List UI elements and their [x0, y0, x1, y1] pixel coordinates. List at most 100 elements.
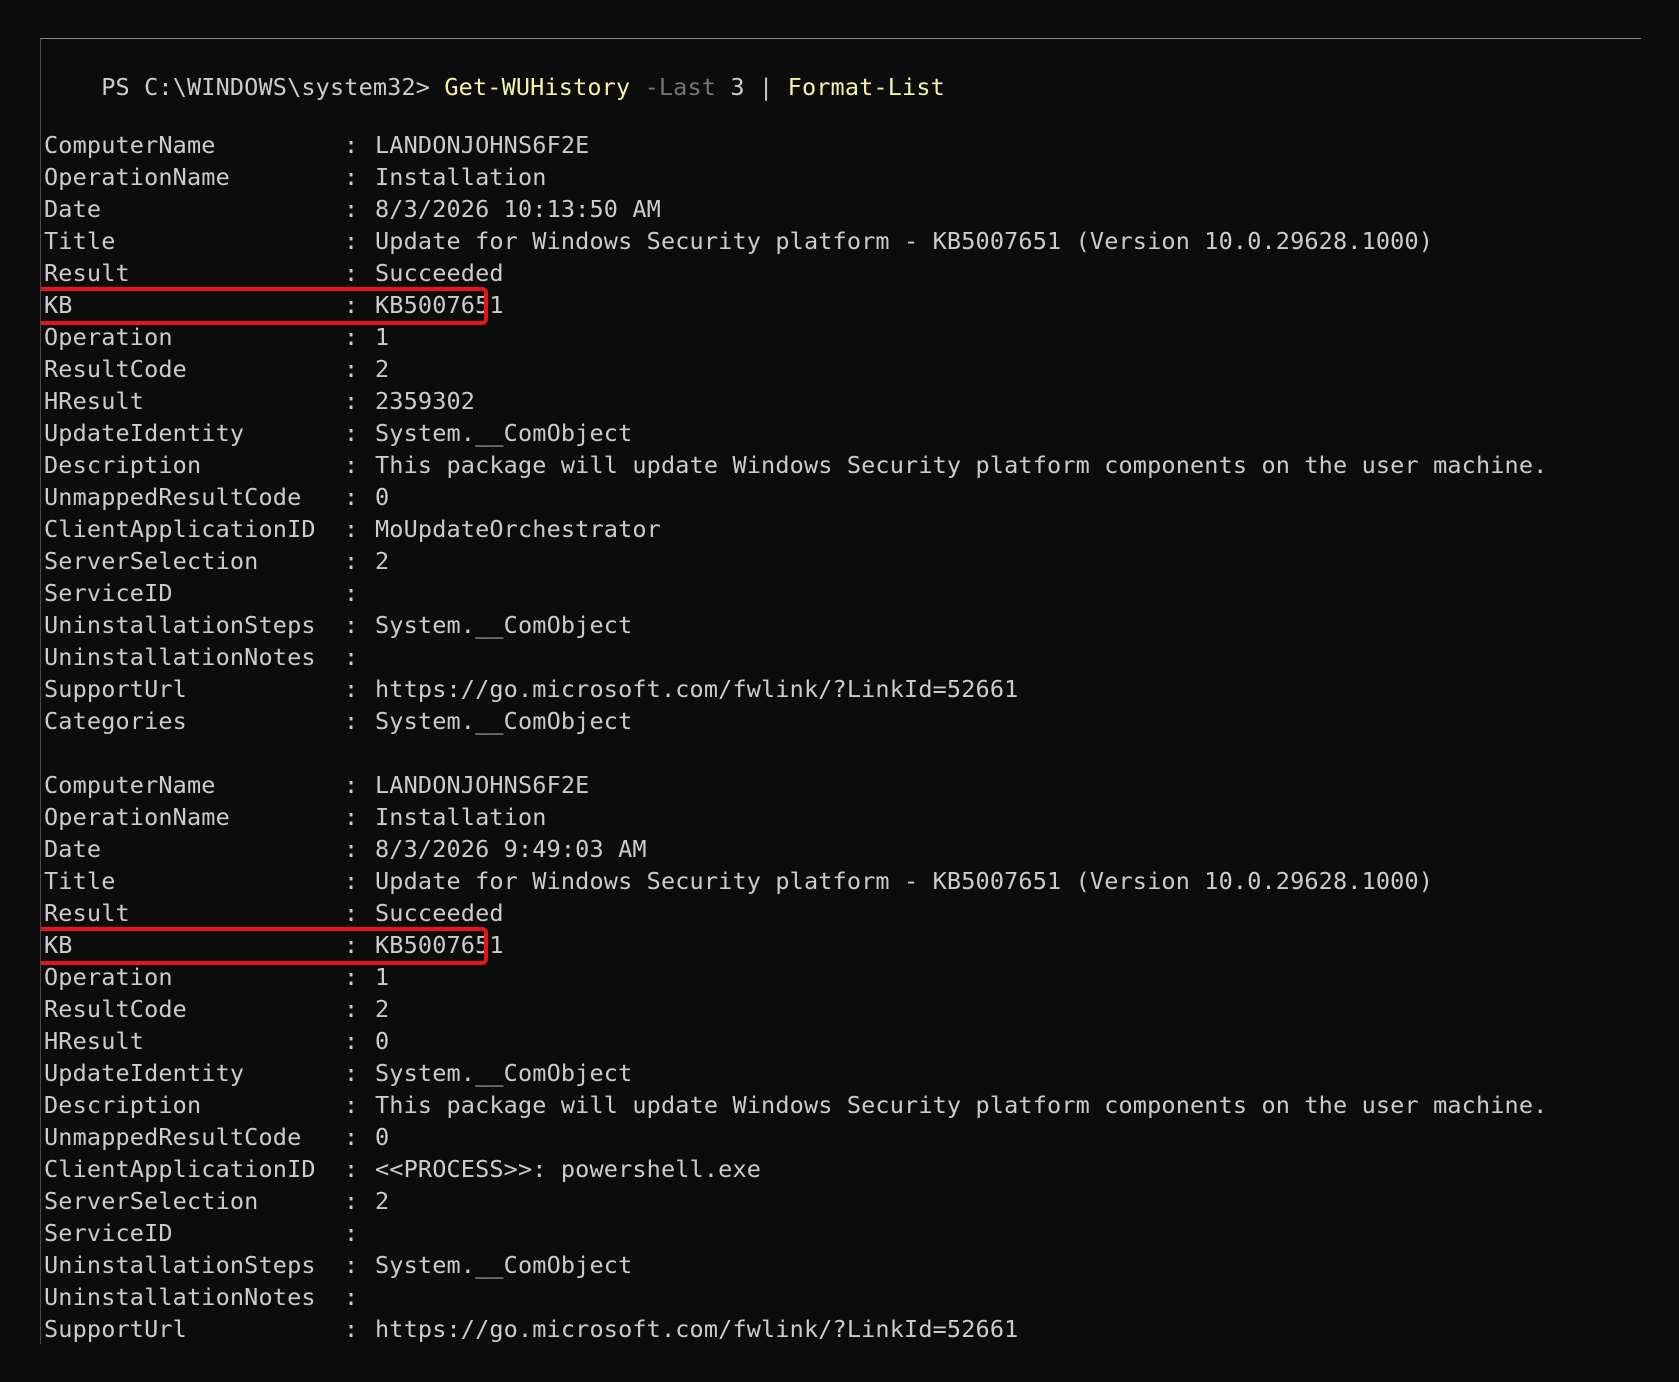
record-field-hresult: HResult:2359302 [44, 385, 475, 417]
record-field-kb: KB: KB5007651 [44, 289, 504, 321]
field-key: Operation [44, 323, 173, 351]
field-separator: : [344, 387, 359, 415]
field-separator: : [344, 515, 359, 543]
field-separator: : [344, 1219, 359, 1247]
field-key: ComputerName [44, 131, 216, 159]
field-separator: : [344, 1059, 359, 1087]
field-separator: : [344, 1155, 359, 1183]
record-field-supporturl: SupportUrl: https://go.microsoft.com/fwli… [44, 1313, 1018, 1344]
record-field-date: Date:8/3/2026 10:13:50 AM [44, 193, 661, 225]
record-field-hresult: HResult:0 [44, 1025, 389, 1057]
field-key: SupportUrl [44, 675, 187, 703]
field-key: ResultCode [44, 995, 187, 1023]
field-value: https://go.microsoft.com/fwlink/?LinkId=… [375, 1315, 1019, 1343]
field-value: Installation [375, 163, 547, 191]
field-key: UninstallationSteps [44, 611, 316, 639]
field-key: HResult [44, 1027, 145, 1055]
field-separator: : [344, 227, 359, 255]
field-value: KB5007651 [375, 931, 504, 959]
field-value: 0 [375, 483, 390, 511]
field-value: Succeeded [375, 259, 504, 287]
field-separator: : [344, 771, 359, 799]
field-separator: : [344, 419, 359, 447]
field-separator: : [344, 867, 359, 895]
field-value: This package will update Windows Securit… [375, 451, 1548, 479]
field-value: System.__ComObject [375, 707, 633, 735]
field-value: Succeeded [375, 899, 504, 927]
field-key: Description [44, 451, 202, 479]
field-key: UpdateIdentity [44, 1059, 245, 1087]
powershell-terminal[interactable]: PS C:\WINDOWS\system32> Get-WUHistory -L… [40, 38, 1641, 1344]
command-prompt-line: PS C:\WINDOWS\system32> Get-WUHistory -L… [44, 39, 945, 101]
field-value: 1 [375, 323, 390, 351]
field-separator: : [344, 259, 359, 287]
field-separator: : [344, 1187, 359, 1215]
record-field-supporturl: SupportUrl: https://go.microsoft.com/fwli… [44, 673, 1018, 705]
record-field-serverselection: ServerSelection:2 [44, 545, 389, 577]
field-key: Description [44, 1091, 202, 1119]
field-value: LANDONJOHNS6F2E [375, 771, 590, 799]
field-key: ClientApplicationID [44, 1155, 316, 1183]
field-key: Result [44, 259, 130, 287]
field-key: OperationName [44, 163, 230, 191]
field-value: https://go.microsoft.com/fwlink/?LinkId=… [375, 675, 1019, 703]
record-field-serverselection: ServerSelection:2 [44, 1185, 389, 1217]
field-separator: : [344, 131, 359, 159]
field-value: System.__ComObject [375, 1059, 633, 1087]
field-key: KB [44, 931, 73, 959]
record-field-computername: ComputerName: LANDONJOHNS6F2E [44, 129, 589, 161]
field-separator: : [344, 291, 359, 319]
field-key: ResultCode [44, 355, 187, 383]
field-value: Update for Windows Security platform - K… [375, 867, 1434, 895]
record-field-clientapplicationid: ClientApplicationID: <<PROCESS>>: powersh… [44, 1153, 761, 1185]
field-separator: : [344, 547, 359, 575]
record-field-kb: KB: KB5007651 [44, 929, 504, 961]
record-field-operation: Operation:1 [44, 321, 389, 353]
prompt-path: PS C:\WINDOWS\system32> [101, 73, 445, 101]
field-value: 8/3/2026 9:49:03 AM [375, 835, 647, 863]
field-value: 1 [375, 963, 390, 991]
record-field-unmappedresultcode: UnmappedResultCode:0 [44, 1121, 389, 1153]
field-separator: : [344, 1027, 359, 1055]
field-separator: : [344, 899, 359, 927]
field-separator: : [344, 1315, 359, 1343]
pipe-symbol: | [759, 73, 774, 101]
field-value: LANDONJOHNS6F2E [375, 131, 590, 159]
record-field-serviceid: ServiceID: [44, 1217, 375, 1249]
field-value: Installation [375, 803, 547, 831]
field-value: MoUpdateOrchestrator [375, 515, 661, 543]
field-value: <<PROCESS>>: powershell.exe [375, 1155, 762, 1183]
field-key: Title [44, 227, 116, 255]
field-key: HResult [44, 387, 145, 415]
cmdlet-name: Get-WUHistory [444, 73, 631, 101]
field-separator: : [344, 963, 359, 991]
field-key: SupportUrl [44, 1315, 187, 1343]
field-separator: : [344, 803, 359, 831]
field-value: 0 [375, 1123, 390, 1151]
field-separator: : [344, 1251, 359, 1279]
record-field-uninstallationnotes: UninstallationNotes: [44, 641, 375, 673]
field-separator: : [344, 931, 359, 959]
record-field-computername: ComputerName: LANDONJOHNS6F2E [44, 769, 589, 801]
record-field-operationname: OperationName: Installation [44, 161, 547, 193]
field-key: Operation [44, 963, 173, 991]
field-value: System.__ComObject [375, 419, 633, 447]
field-key: UninstallationNotes [44, 643, 316, 671]
field-key: Result [44, 899, 130, 927]
record-field-date: Date:8/3/2026 9:49:03 AM [44, 833, 647, 865]
field-key: ServerSelection [44, 1187, 259, 1215]
field-separator: : [344, 483, 359, 511]
field-value: 2359302 [375, 387, 476, 415]
field-value: 2 [375, 355, 390, 383]
field-key: KB [44, 291, 73, 319]
record-field-uninstallationsteps: UninstallationSteps: System.__ComObject [44, 609, 632, 641]
field-key: UnmappedResultCode [44, 1123, 302, 1151]
field-value: 2 [375, 1187, 390, 1215]
field-value: 2 [375, 995, 390, 1023]
format-cmdlet: Format-List [787, 73, 945, 101]
field-key: UnmappedResultCode [44, 483, 302, 511]
record-field-title: Title: Update for Windows Security platfo… [44, 865, 1433, 897]
field-value: Update for Windows Security platform - K… [375, 227, 1434, 255]
field-key: Title [44, 867, 116, 895]
field-separator: : [344, 195, 359, 223]
